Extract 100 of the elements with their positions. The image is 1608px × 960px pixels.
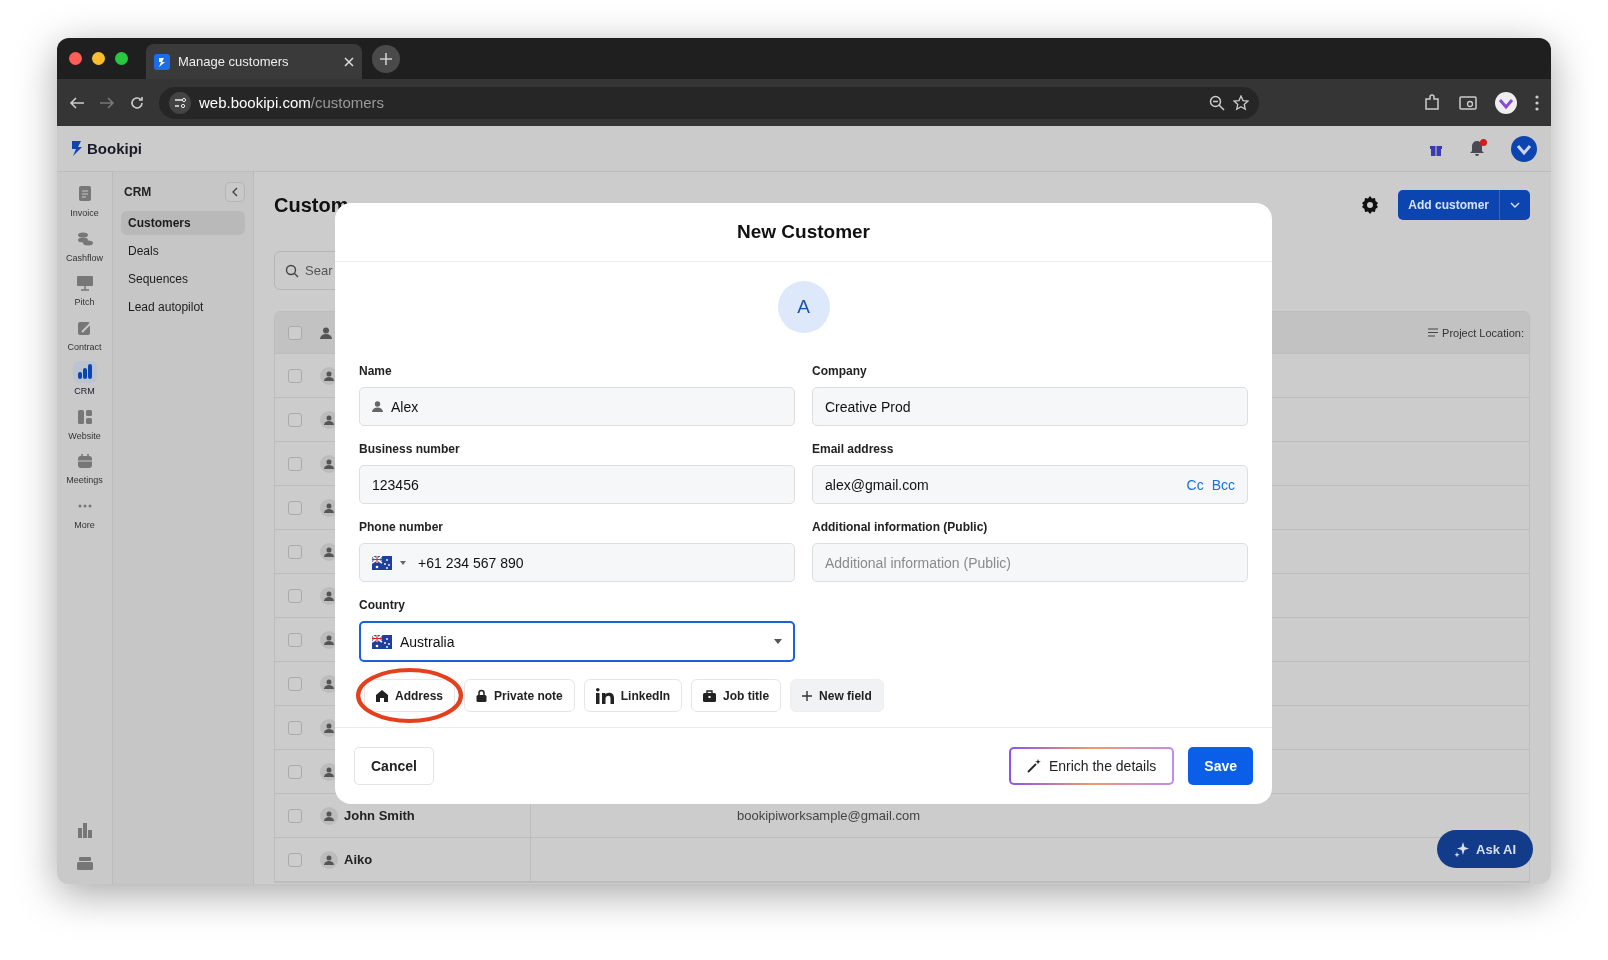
person-icon	[324, 546, 334, 557]
close-window-button[interactable]	[69, 52, 82, 65]
star-icon[interactable]	[1233, 94, 1249, 111]
reload-icon[interactable]	[129, 94, 145, 111]
field-chip[interactable]: Private note	[464, 679, 575, 712]
dropdown-field[interactable]: Australia	[359, 621, 795, 662]
avatar[interactable]: A	[777, 281, 830, 333]
input-field[interactable]: +61 234 567 890	[359, 543, 795, 582]
linkedin-icon	[595, 687, 614, 704]
checkbox[interactable]	[288, 588, 302, 603]
checkbox[interactable]	[288, 764, 302, 779]
checkbox[interactable]	[288, 544, 302, 559]
briefcase-icon	[703, 689, 717, 702]
person-icon	[324, 766, 334, 777]
flag-icon	[372, 555, 392, 570]
customer-name: John Smith	[344, 808, 415, 823]
person-icon	[324, 414, 334, 425]
submenu-item[interactable]: Sequences	[121, 267, 245, 291]
field-label: Additional information (Public)	[812, 520, 989, 536]
submenu-item[interactable]: Lead autopilot	[121, 295, 245, 319]
field-chip[interactable]: Address	[364, 679, 456, 712]
input-field[interactable]: Creative Prod	[812, 387, 1248, 426]
logo-icon	[71, 141, 83, 156]
tab-search-icon[interactable]	[1459, 93, 1477, 112]
person-icon	[320, 326, 332, 339]
cc-link[interactable]: Cc	[1186, 476, 1204, 493]
cancel-button[interactable]: Cancel	[354, 747, 434, 785]
dialog-title: New Customer	[737, 221, 870, 243]
section-title: CRM	[124, 185, 152, 199]
checkbox[interactable]	[288, 808, 302, 823]
field-label: Name	[359, 364, 393, 380]
bell-icon[interactable]	[1469, 140, 1485, 157]
input-field[interactable]: alex@gmail.com Cc Bcc	[812, 465, 1248, 504]
save-button[interactable]: Save	[1188, 747, 1253, 785]
magic-wand-icon	[1026, 759, 1041, 773]
add-field-button[interactable]: New field	[790, 679, 884, 712]
checkbox[interactable]	[288, 852, 302, 867]
sidebar-item[interactable]: Meetings	[60, 447, 109, 492]
tab-title: Manage customers	[178, 54, 290, 69]
site-settings-icon	[169, 91, 191, 114]
person-icon	[324, 370, 334, 381]
minimize-window-button[interactable]	[92, 52, 105, 65]
lock-icon	[476, 689, 488, 702]
field-chip[interactable]: Job title	[691, 679, 782, 712]
caret-icon	[774, 639, 782, 644]
sidebar-item[interactable]: Pitch	[60, 269, 109, 314]
checkbox[interactable]	[288, 325, 302, 340]
input-field[interactable]: Alex	[359, 387, 795, 426]
column-header: Project Location:	[1442, 326, 1524, 339]
sidebar-item[interactable]: Invoice	[60, 180, 109, 225]
search-icon	[285, 263, 299, 278]
zoom-icon[interactable]	[1209, 94, 1225, 111]
field-label: Email address	[812, 442, 895, 458]
field-label: Country	[359, 598, 406, 614]
person-icon	[372, 401, 383, 412]
checkbox[interactable]	[288, 720, 302, 735]
field-chip[interactable]: LinkedIn	[583, 679, 683, 712]
sidebar-item[interactable]: Contract	[60, 313, 109, 358]
new-tab-button[interactable]	[372, 44, 400, 73]
submenu-item[interactable]: Customers	[121, 211, 245, 235]
sidebar-item[interactable]: Cashflow	[60, 224, 109, 269]
menu-icon[interactable]	[1535, 94, 1539, 111]
extensions-icon[interactable]	[1423, 93, 1441, 112]
calendar-icon	[75, 452, 94, 470]
checkbox[interactable]	[288, 368, 302, 383]
back-icon[interactable]	[69, 94, 85, 111]
checkbox[interactable]	[288, 676, 302, 691]
collapse-button[interactable]	[225, 182, 245, 202]
sidebar-item[interactable]: Website	[60, 402, 109, 447]
checkbox[interactable]	[288, 500, 302, 515]
forward-icon[interactable]	[99, 94, 115, 111]
browser-tab[interactable]: Manage customers	[146, 44, 362, 79]
sidebar-item[interactable]: CRM	[60, 358, 109, 403]
field-label: Business number	[359, 442, 461, 458]
person-icon	[324, 678, 334, 689]
house-icon	[376, 689, 388, 702]
sidebar-item[interactable]: More	[60, 491, 109, 536]
user-avatar-icon[interactable]	[1511, 135, 1537, 162]
profile-avatar-icon[interactable]	[1495, 91, 1517, 114]
checkbox[interactable]	[288, 632, 302, 647]
ask-ai-button[interactable]: Ask AI	[1437, 830, 1533, 868]
person-icon	[324, 590, 334, 601]
submenu-item[interactable]: Deals	[121, 239, 245, 263]
stack-icon[interactable]	[76, 856, 93, 870]
settings-icon[interactable]	[1360, 195, 1381, 215]
presentation-icon	[75, 274, 94, 292]
url-text: web.bookipi.com/customers	[199, 94, 385, 111]
checkbox[interactable]	[288, 456, 302, 471]
person-icon	[324, 854, 334, 865]
bar-chart-icon[interactable]	[76, 822, 93, 838]
logo-text: Bookipi	[87, 140, 142, 157]
bcc-link[interactable]: Bcc	[1211, 476, 1235, 493]
person-icon	[324, 458, 334, 469]
checkbox[interactable]	[288, 412, 302, 427]
zoom-window-button[interactable]	[115, 52, 128, 65]
close-icon[interactable]	[344, 56, 354, 67]
person-icon	[324, 634, 334, 645]
enrich-button[interactable]: Enrich the details	[1008, 747, 1175, 785]
address-bar[interactable]: web.bookipi.com/customers	[159, 86, 1259, 119]
input-field[interactable]: 123456	[359, 465, 795, 504]
